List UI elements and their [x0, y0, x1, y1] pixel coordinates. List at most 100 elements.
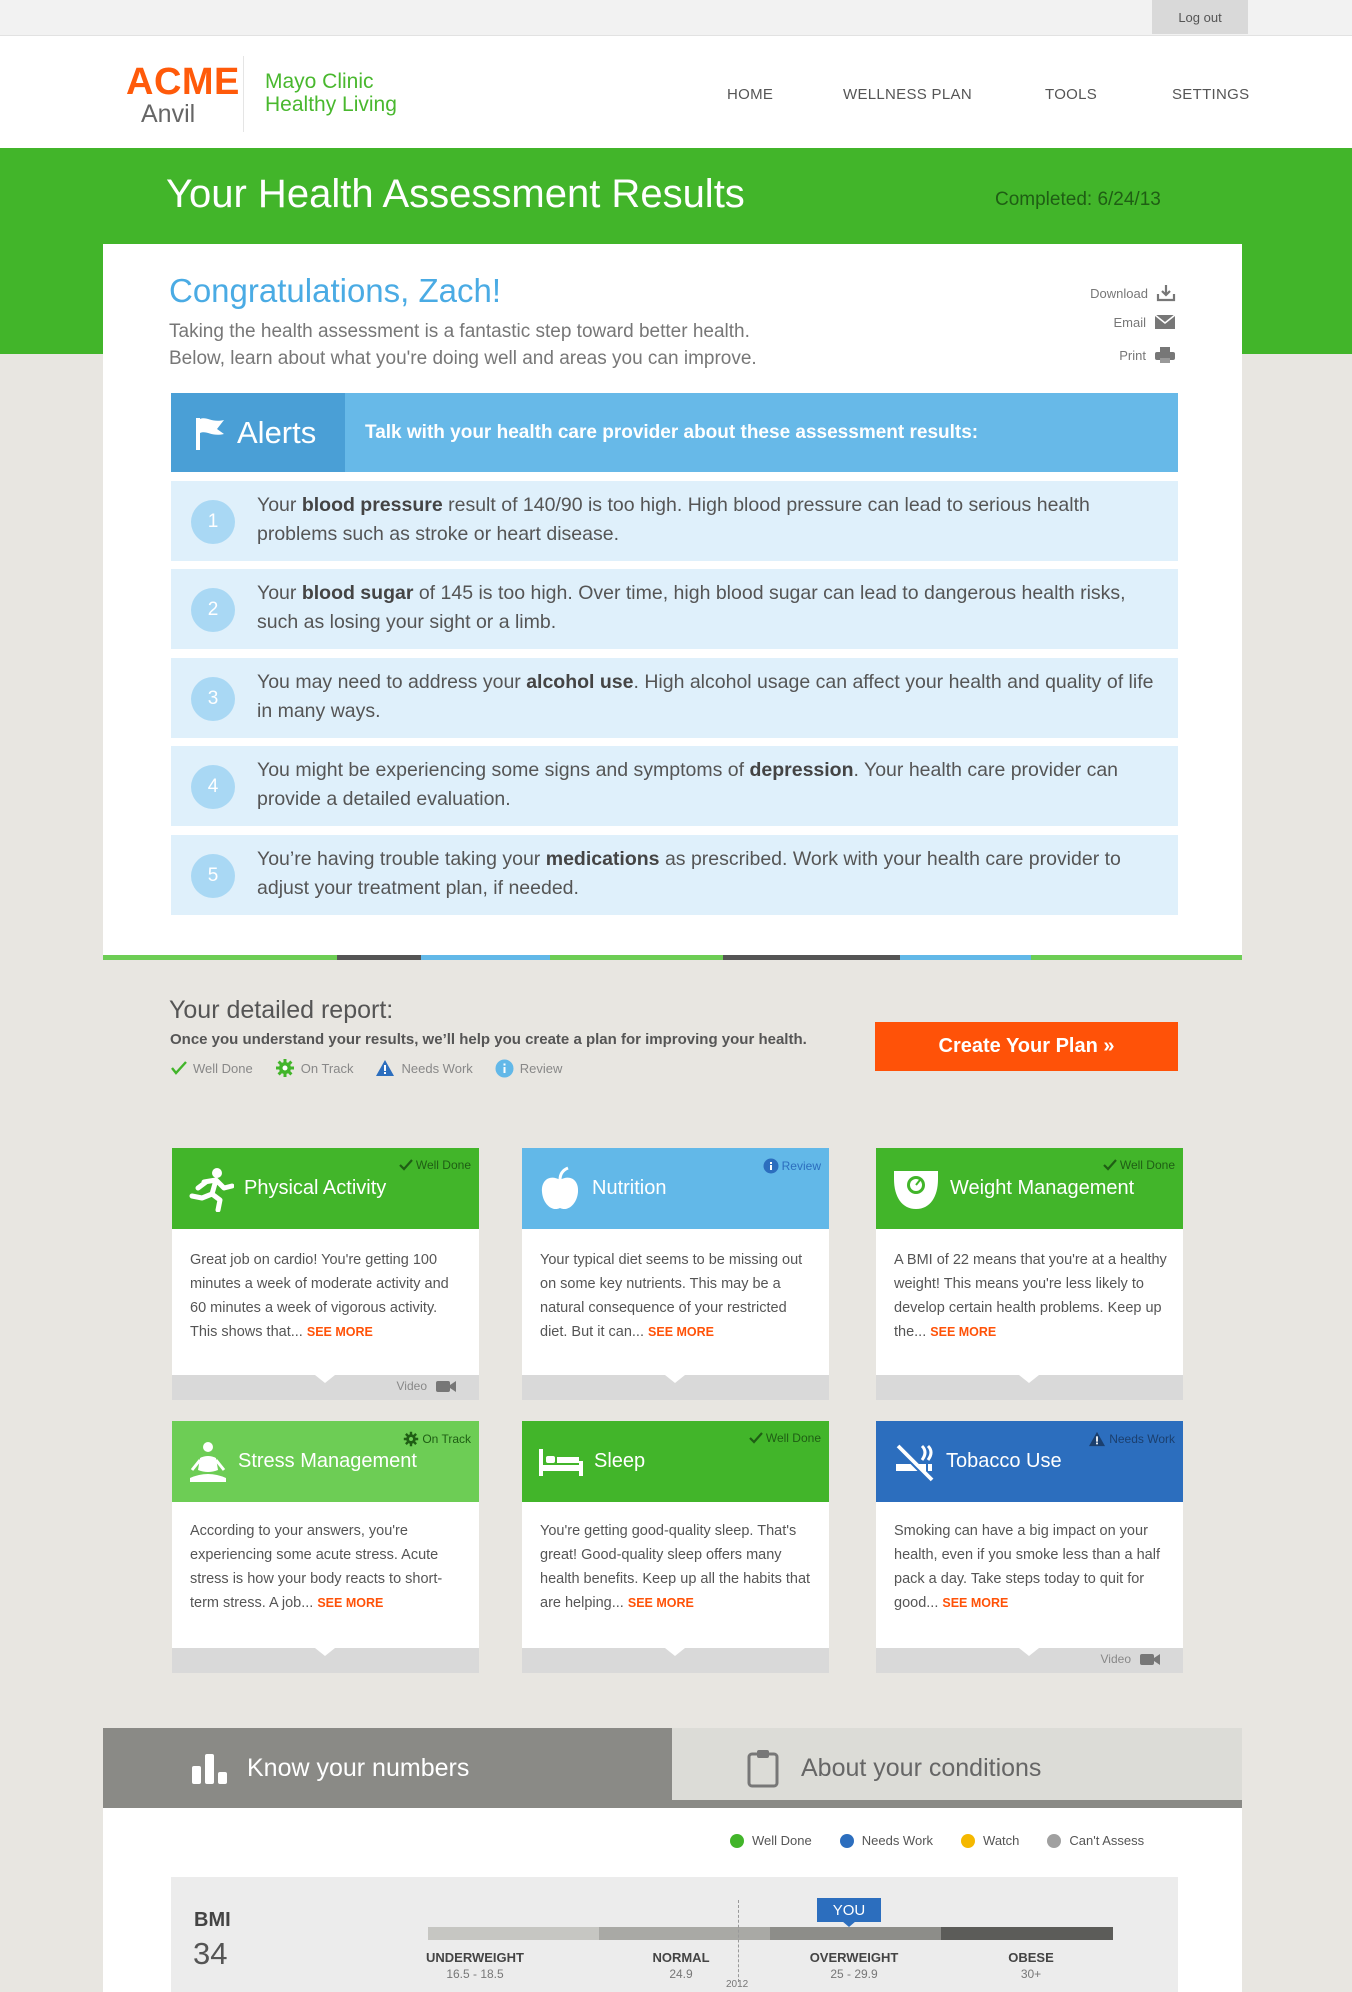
alert-number: 5 — [191, 854, 235, 898]
runner-icon — [189, 1167, 234, 1212]
tile-title: Physical Activity — [244, 1177, 387, 1199]
nav-tools[interactable]: TOOLS — [1045, 86, 1097, 103]
tile-header: Nutrition Review — [522, 1148, 829, 1229]
tab-underline — [672, 1800, 1242, 1808]
print-action[interactable]: Print — [1040, 346, 1176, 364]
tile-title: Tobacco Use — [946, 1450, 1062, 1472]
bed-icon — [539, 1448, 583, 1476]
tile-physical-activity[interactable]: Physical Activity Well Done Great job on… — [172, 1148, 479, 1400]
flag-icon — [196, 417, 224, 450]
tile-title: Weight Management — [950, 1177, 1135, 1199]
alerts-message: Talk with your health care provider abou… — [365, 421, 979, 443]
gear-icon — [404, 1431, 419, 1447]
numbers-legend: Well Done Needs Work Watch Can't Assess — [730, 1833, 1144, 1848]
tile-status: Well Done — [1103, 1158, 1175, 1172]
anvil-logo-text: Anvil — [141, 100, 196, 128]
tile-body: You're getting good-quality sleep. That'… — [540, 1523, 811, 1611]
tile-notch — [1019, 1648, 1039, 1656]
scale-segment-underweight — [428, 1927, 599, 1940]
tile-header: Tobacco Use Needs Work — [876, 1421, 1183, 1502]
acme-logo[interactable]: ACME — [126, 62, 240, 102]
tile-status: On Track — [403, 1431, 471, 1447]
tile-tobacco-use[interactable]: Tobacco Use Needs Work Smoking can have … — [876, 1421, 1183, 1673]
alert-item: 3 You may need to address your alcohol u… — [171, 658, 1178, 738]
tile-stress-management[interactable]: Stress Management On Track According to … — [172, 1421, 479, 1673]
nav-home[interactable]: HOME — [727, 86, 773, 103]
video-link[interactable]: Video — [397, 1379, 457, 1393]
scale-segment-obese — [941, 1927, 1113, 1940]
download-action[interactable]: Download — [1040, 284, 1176, 302]
tile-weight-management[interactable]: Weight Management Well Done A BMI of 22 … — [876, 1148, 1183, 1400]
video-camera-icon — [1140, 1654, 1160, 1665]
see-more-link[interactable]: SEE MORE — [648, 1325, 714, 1339]
logout-button[interactable]: Log out — [1152, 0, 1248, 34]
email-action[interactable]: Email — [1040, 314, 1176, 330]
tile-status: Review — [763, 1158, 821, 1174]
tile-header: Weight Management Well Done — [876, 1148, 1183, 1229]
alerts-title: Alerts — [237, 414, 317, 450]
checkmark-icon — [1103, 1159, 1117, 1171]
alert-text: Your blood sugar of 145 is too high. Ove… — [257, 582, 1126, 633]
partner-line-1: Mayo Clinic — [265, 70, 374, 93]
alert-number: 3 — [191, 677, 235, 721]
alert-item: 1 Your blood pressure result of 140/90 i… — [171, 481, 1178, 561]
apple-icon — [541, 1166, 579, 1209]
completed-date: Completed: 6/24/13 — [995, 189, 1161, 210]
create-plan-button[interactable]: Create Your Plan » — [875, 1022, 1178, 1071]
alert-keyword: depression — [749, 759, 854, 781]
tile-nutrition[interactable]: Nutrition Review Your typical diet seems… — [522, 1148, 829, 1400]
alert-number: 4 — [191, 765, 235, 809]
intro-line-1: Taking the health assessment is a fantas… — [169, 321, 750, 342]
meditation-icon — [190, 1441, 226, 1482]
scale-segment-overweight — [770, 1927, 941, 1940]
nav-settings[interactable]: SETTINGS — [1172, 86, 1249, 103]
segment-label: NORMAL 24.9 — [652, 1950, 710, 1981]
alert-text: You’re having trouble taking your medica… — [257, 848, 1121, 899]
alert-item: 5 You’re having trouble taking your medi… — [171, 835, 1178, 915]
nav-wellness-plan[interactable]: WELLNESS PLAN — [843, 86, 972, 103]
intro-line-2: Below, learn about what you're doing wel… — [169, 348, 757, 369]
scale-icon — [894, 1170, 938, 1209]
alert-keyword: blood pressure — [301, 494, 443, 516]
tile-notch — [315, 1648, 335, 1656]
info-icon — [763, 1158, 779, 1174]
alert-keyword: medications — [545, 848, 660, 870]
logo-divider — [243, 56, 244, 132]
greeting-heading: Congratulations, Zach! — [169, 272, 502, 309]
scale-segment-normal — [599, 1927, 770, 1940]
you-marker: YOU — [817, 1898, 881, 1922]
tile-header: Sleep Well Done — [522, 1421, 829, 1502]
tile-body: A BMI of 22 means that you're at a healt… — [894, 1252, 1167, 1340]
print-label: Print — [1119, 347, 1146, 363]
alert-item: 4 You might be experiencing some signs a… — [171, 746, 1178, 826]
warning-icon — [376, 1060, 395, 1076]
tab-about-your-conditions[interactable]: About your conditions — [672, 1728, 1242, 1808]
email-icon — [1154, 314, 1176, 329]
see-more-link[interactable]: SEE MORE — [317, 1596, 383, 1610]
report-subtitle: Once you understand your results, we’ll … — [170, 1031, 807, 1048]
segment-label: OVERWEIGHT 25 - 29.9 — [809, 1950, 899, 1981]
tile-notch — [665, 1648, 685, 1656]
checkmark-icon — [749, 1432, 763, 1444]
green-dot-icon — [730, 1833, 744, 1848]
see-more-link[interactable]: SEE MORE — [307, 1325, 373, 1339]
bmi-value: 34 — [193, 1936, 228, 1971]
alert-text: You may need to address your alcohol use… — [257, 671, 1154, 722]
tile-sleep[interactable]: Sleep Well Done You're getting good-qual… — [522, 1421, 829, 1673]
tile-header: Physical Activity Well Done — [172, 1148, 479, 1229]
video-link[interactable]: Video — [1101, 1652, 1161, 1666]
bar-chart-icon — [192, 1754, 227, 1784]
tile-header: Stress Management On Track — [172, 1421, 479, 1502]
tile-notch — [665, 1375, 685, 1383]
page-title: Your Health Assessment Results — [166, 172, 745, 216]
gray-dot-icon — [1047, 1833, 1062, 1848]
see-more-link[interactable]: SEE MORE — [628, 1596, 694, 1610]
legend-needs-work: Needs Work — [839, 1833, 933, 1848]
tab-know-your-numbers[interactable]: Know your numbers — [103, 1728, 672, 1808]
tile-body: Your typical diet seems to be missing ou… — [540, 1252, 803, 1340]
tile-title: Sleep — [594, 1450, 646, 1472]
download-icon — [1156, 285, 1176, 302]
see-more-link[interactable]: SEE MORE — [930, 1325, 996, 1339]
see-more-link[interactable]: SEE MORE — [942, 1596, 1008, 1610]
video-camera-icon — [436, 1381, 456, 1392]
